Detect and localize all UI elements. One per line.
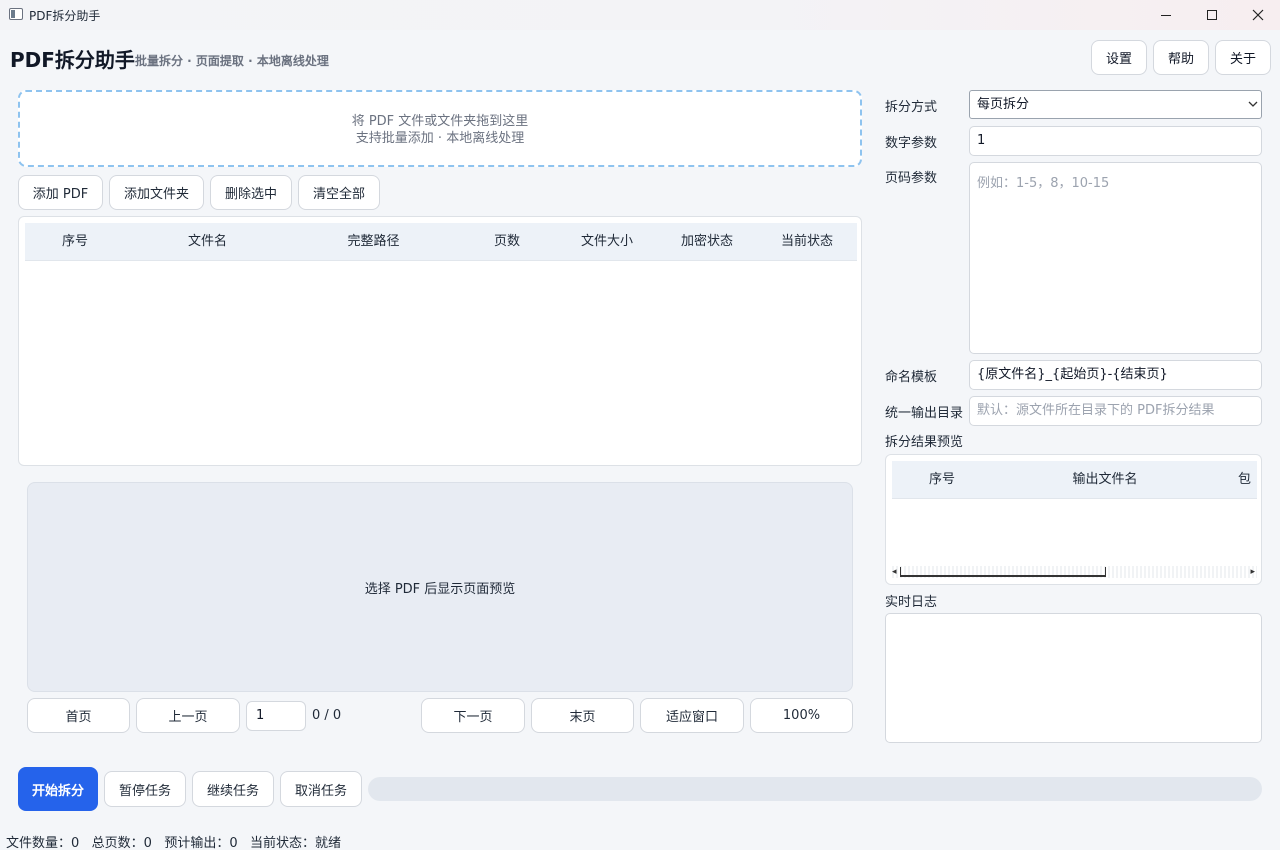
split-mode-value: 每页拆分: [977, 97, 1030, 112]
file-table[interactable]: 序号 文件名 完整路径 页数 文件大小 加密状态 当前状态: [18, 216, 862, 466]
minimize-icon: [1161, 14, 1171, 16]
maximize-icon: [1207, 10, 1217, 20]
window-title: PDF拆分助手: [29, 9, 101, 23]
scroll-right-icon[interactable]: ▸: [1250, 566, 1255, 578]
page-title: PDF拆分助手: [10, 48, 135, 72]
naming-template-label: 命名模板: [885, 370, 938, 385]
first-page-button[interactable]: 首页: [27, 698, 130, 733]
clear-all-button[interactable]: 清空全部: [298, 175, 380, 210]
help-button[interactable]: 帮助: [1153, 40, 1209, 75]
next-page-button[interactable]: 下一页: [421, 698, 525, 733]
page-count: 0 / 0: [312, 708, 342, 723]
fit-window-button[interactable]: 适应窗口: [640, 698, 744, 733]
log-label: 实时日志: [885, 595, 938, 610]
column-header-status[interactable]: 当前状态: [757, 223, 857, 261]
app-icon: [9, 8, 23, 20]
drop-zone-hint: 将 PDF 文件或文件夹拖到这里: [351, 114, 529, 129]
last-page-button[interactable]: 末页: [531, 698, 634, 733]
output-dir-label: 统一输出目录: [885, 406, 964, 421]
add-pdf-button[interactable]: 添加 PDF: [18, 175, 103, 210]
prev-page-button[interactable]: 上一页: [136, 698, 240, 733]
close-button[interactable]: [1235, 0, 1280, 30]
column-header-output-filename[interactable]: 输出文件名: [992, 461, 1218, 499]
page-param-placeholder: 例如：1-5，8，10-15: [977, 176, 1110, 191]
delete-selected-button[interactable]: 删除选中: [210, 175, 292, 210]
about-button[interactable]: 关于: [1215, 40, 1271, 75]
start-split-button[interactable]: 开始拆分: [18, 767, 98, 811]
number-param-input[interactable]: 1: [969, 126, 1262, 156]
column-header-index[interactable]: 序号: [892, 461, 992, 499]
chevron-down-icon: [1248, 101, 1258, 107]
result-preview-table[interactable]: 序号 输出文件名 包 ◂ ▸: [885, 454, 1262, 585]
minimize-button[interactable]: [1143, 0, 1189, 30]
output-dir-input[interactable]: 默认：源文件所在目录下的 PDF拆分结果: [969, 396, 1262, 426]
split-mode-select[interactable]: 每页拆分: [969, 90, 1262, 119]
number-param-label: 数字参数: [885, 136, 938, 151]
page-subtitle: 批量拆分 · 页面提取 · 本地离线处理: [135, 54, 329, 68]
cancel-task-button[interactable]: 取消任务: [280, 771, 362, 807]
add-folder-button[interactable]: 添加文件夹: [109, 175, 204, 210]
page-param-label: 页码参数: [885, 171, 938, 186]
pause-task-button[interactable]: 暂停任务: [104, 771, 186, 807]
column-header-size[interactable]: 文件大小: [557, 223, 657, 261]
title-bar: PDF拆分助手: [0, 0, 1280, 30]
drop-zone[interactable]: 将 PDF 文件或文件夹拖到这里 支持批量添加 · 本地离线处理: [18, 90, 862, 167]
column-header-filename[interactable]: 文件名: [125, 223, 290, 261]
file-table-header: 序号 文件名 完整路径 页数 文件大小 加密状态 当前状态: [25, 223, 857, 261]
progress-bar: [368, 777, 1262, 801]
page-preview-placeholder: 选择 PDF 后显示页面预览: [364, 581, 516, 597]
page-number-input[interactable]: 1: [246, 701, 306, 731]
close-icon: [1252, 9, 1264, 21]
resume-task-button[interactable]: 继续任务: [192, 771, 274, 807]
column-header-encryption[interactable]: 加密状态: [657, 223, 757, 261]
settings-button[interactable]: 设置: [1091, 40, 1147, 75]
column-header-path[interactable]: 完整路径: [290, 223, 457, 261]
column-header-pages[interactable]: 页数: [457, 223, 557, 261]
column-header-truncated[interactable]: 包: [1238, 461, 1261, 499]
output-dir-placeholder: 默认：源文件所在目录下的 PDF拆分结果: [977, 403, 1215, 418]
maximize-button[interactable]: [1189, 0, 1235, 30]
split-mode-label: 拆分方式: [885, 100, 938, 115]
page-preview: 选择 PDF 后显示页面预览: [27, 482, 853, 692]
drop-zone-subhint: 支持批量添加 · 本地离线处理: [355, 131, 525, 146]
log-output[interactable]: [885, 613, 1262, 743]
scroll-left-icon[interactable]: ◂: [892, 566, 897, 578]
naming-template-input[interactable]: {原文件名}_{起始页}-{结束页}: [969, 360, 1262, 390]
scrollbar-thumb[interactable]: [900, 567, 1106, 577]
column-header-index[interactable]: 序号: [25, 223, 125, 261]
page-param-textarea[interactable]: 例如：1-5，8，10-15: [969, 162, 1262, 354]
result-preview-label: 拆分结果预览: [885, 435, 964, 450]
zoom-level-button[interactable]: 100%: [750, 698, 853, 733]
horizontal-scrollbar[interactable]: ◂ ▸: [892, 566, 1257, 578]
result-table-header: 序号 输出文件名 包: [892, 461, 1257, 499]
status-bar: 文件数量：0 总页数：0 预计输出：0 当前状态：就绪: [6, 836, 342, 850]
